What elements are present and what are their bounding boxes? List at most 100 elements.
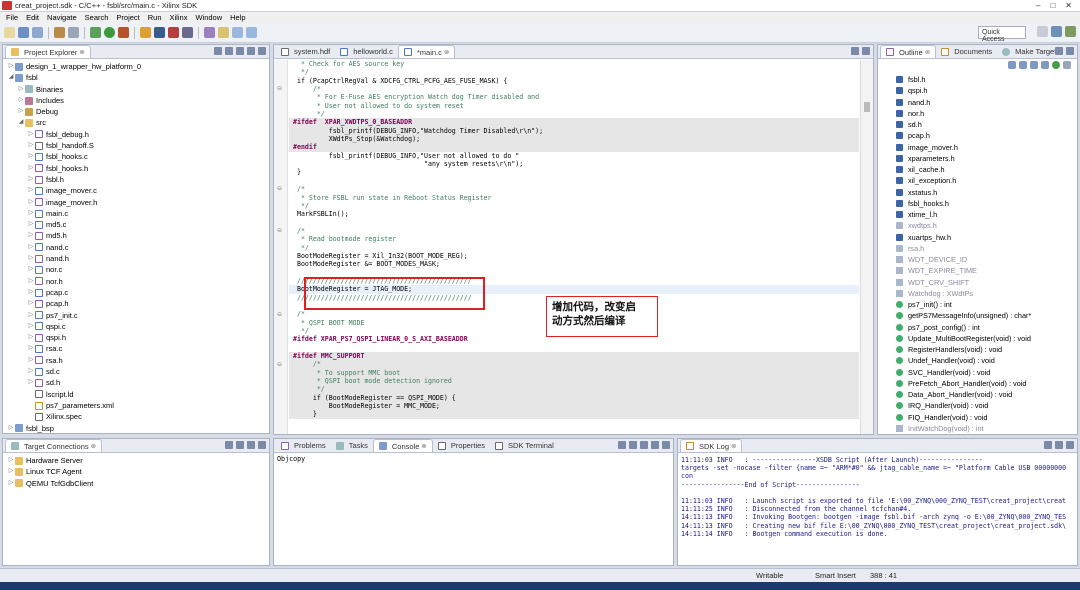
expand-arrow-icon[interactable]: ◢ [17,117,25,128]
code-line[interactable]: BootModeRegister = MMC_MODE; [289,402,859,411]
code-editor[interactable]: * Check for AES source key */ if (PcapCt… [289,60,859,434]
tab-project-explorer[interactable]: Project Explorer ⊗ [5,45,91,58]
view-menu-icon[interactable] [1063,61,1071,69]
tree-item[interactable]: ▷ main.c [3,208,269,219]
tab-main-c[interactable]: *main.c ⊗ [397,45,456,58]
code-line[interactable]: * For E-Fuse AES encryption Watch dog Ti… [289,93,859,101]
code-line[interactable]: } [289,410,859,419]
scrollbar-thumb[interactable] [864,102,870,112]
code-line[interactable]: /* [289,227,859,235]
link-editor-icon[interactable] [225,47,233,55]
tree-item[interactable]: ▷ nand.c [3,242,269,253]
tree-item[interactable]: ▷ fsbl_bsp [3,423,269,434]
debug-perspective-icon[interactable] [1065,26,1076,37]
expand-arrow-icon[interactable]: ▷ [17,84,25,95]
code-line[interactable] [289,219,859,227]
close-tab-icon[interactable]: ⊗ [731,442,736,450]
build-icon[interactable] [54,27,65,38]
outline-item[interactable]: Data_Abort_Handler(void) : void [896,389,1077,400]
menu-xilinx[interactable]: Xilinx [170,13,188,22]
outline-item[interactable]: ps7_init() : int [896,299,1077,310]
collapse-all-icon[interactable] [214,47,222,55]
maximize-view-icon[interactable] [258,441,266,449]
view-menu-icon[interactable] [236,47,244,55]
open-perspective-icon[interactable] [1037,26,1048,37]
code-line[interactable]: * Store FSBL run state in Reboot Status … [289,194,859,202]
tree-item[interactable]: ▷ image_mover.c [3,185,269,196]
tree-item[interactable]: ▷ fsbl.h [3,174,269,185]
expand-arrow-icon[interactable]: ▷ [27,287,35,298]
outline-item[interactable]: xuartps_hw.h [896,232,1077,243]
close-tab-icon[interactable]: ⊗ [91,442,96,450]
code-line[interactable]: * Check for AES source key [289,60,859,68]
outline-item[interactable]: Update_MultiBootRegister(void) : void [896,333,1077,344]
code-line[interactable]: #ifdef MMC_SUPPORT [289,352,859,361]
tree-item[interactable]: ▷ nand.h [3,253,269,264]
tree-item[interactable]: ▷ ps7_init.c [3,310,269,321]
forward-icon[interactable] [246,27,257,38]
expand-arrow-icon[interactable]: ▷ [27,377,35,388]
code-line[interactable]: BootModeRegister = Xil_In32(BOOT_MODE_RE… [289,252,859,260]
outline-item[interactable]: WDT_EXPIRE_TIME [896,265,1077,276]
outline-item[interactable]: sd.h [896,119,1077,130]
back-icon[interactable] [232,27,243,38]
outline-item[interactable]: PreFetch_Abort_Handler(void) : void [896,378,1077,389]
close-tab-icon[interactable]: ⊗ [444,48,449,56]
fold-toggle-icon[interactable]: ⊖ [277,185,282,192]
code-line[interactable]: * Read bootmode register [289,235,859,243]
outline-item[interactable]: xil_exception.h [896,175,1077,186]
outline-item[interactable]: qspi.h [896,85,1077,96]
fold-toggle-icon[interactable]: ⊖ [277,311,282,318]
tree-item[interactable]: ▷ rsa.c [3,343,269,354]
xsct-console-icon[interactable] [154,27,165,38]
sort-icon[interactable] [1008,61,1016,69]
tree-item[interactable]: ▷ design_1_wrapper_hw_platform_0 [3,61,269,72]
expand-arrow-icon[interactable]: ▷ [27,310,35,321]
menu-window[interactable]: Window [195,13,222,22]
pin-console-icon[interactable] [629,441,637,449]
menu-run[interactable]: Run [148,13,162,22]
tab-helloworld-c[interactable]: helloworld.c [335,45,398,58]
expand-arrow-icon[interactable]: ▷ [27,332,35,343]
expand-arrow-icon[interactable]: ▷ [27,264,35,275]
expand-arrow-icon[interactable]: ▷ [27,197,35,208]
expand-arrow-icon[interactable]: ▷ [27,140,35,151]
tree-item[interactable]: ▷ fsbl_hooks.c [3,151,269,162]
external-tools-icon[interactable] [118,27,129,38]
tree-item[interactable]: ▷ image_mover.h [3,197,269,208]
menu-project[interactable]: Project [116,13,139,22]
outline-item[interactable]: xtime_l.h [896,209,1077,220]
code-line[interactable] [289,269,859,277]
outline-item[interactable]: nand.h [896,97,1077,108]
clear-console-icon[interactable] [618,441,626,449]
console-output[interactable]: Objcopy [274,453,673,465]
menu-navigate[interactable]: Navigate [47,13,77,22]
tree-item[interactable]: ▷ qspi.c [3,321,269,332]
build-config-icon[interactable] [68,27,79,38]
tree-item[interactable]: ▷ qspi.h [3,332,269,343]
tree-item[interactable]: ▷ fsbl_handoff.S [3,140,269,151]
tree-item[interactable]: ▷ sd.c [3,366,269,377]
tab-documents[interactable]: Documents [936,45,997,58]
outline-item[interactable]: fsbl_hooks.h [896,198,1077,209]
tree-item[interactable]: ▷ Debug [3,106,269,117]
outline-item[interactable]: FIQ_Handler(void) : void [896,412,1077,423]
expand-arrow-icon[interactable]: ▷ [27,366,35,377]
hide-nonpublic-icon[interactable] [1041,61,1049,69]
outline-item[interactable]: getPS7MessageInfo(unsigned) : char* [896,310,1077,321]
expand-arrow-icon[interactable]: ◢ [7,72,15,83]
tab-target-connections[interactable]: Target Connections ⊗ [5,439,103,452]
expand-arrow-icon[interactable]: ▷ [27,276,35,287]
expand-arrow-icon[interactable]: ▷ [27,185,35,196]
tree-item[interactable]: Xilinx.spec [3,411,269,422]
close-tab-icon[interactable]: ⊗ [925,48,930,56]
add-connection-icon[interactable] [225,441,233,449]
tree-item[interactable]: ▷ md5.h [3,230,269,241]
tree-item[interactable]: ▷ Includes [3,95,269,106]
outline-item[interactable]: xparameters.h [896,153,1077,164]
code-line[interactable]: * To support MMC boot [289,368,859,378]
minimize-view-icon[interactable] [851,47,859,55]
expand-arrow-icon[interactable]: ▷ [7,61,15,72]
program-flash-icon[interactable] [182,27,193,38]
program-fpga-icon[interactable] [140,27,151,38]
